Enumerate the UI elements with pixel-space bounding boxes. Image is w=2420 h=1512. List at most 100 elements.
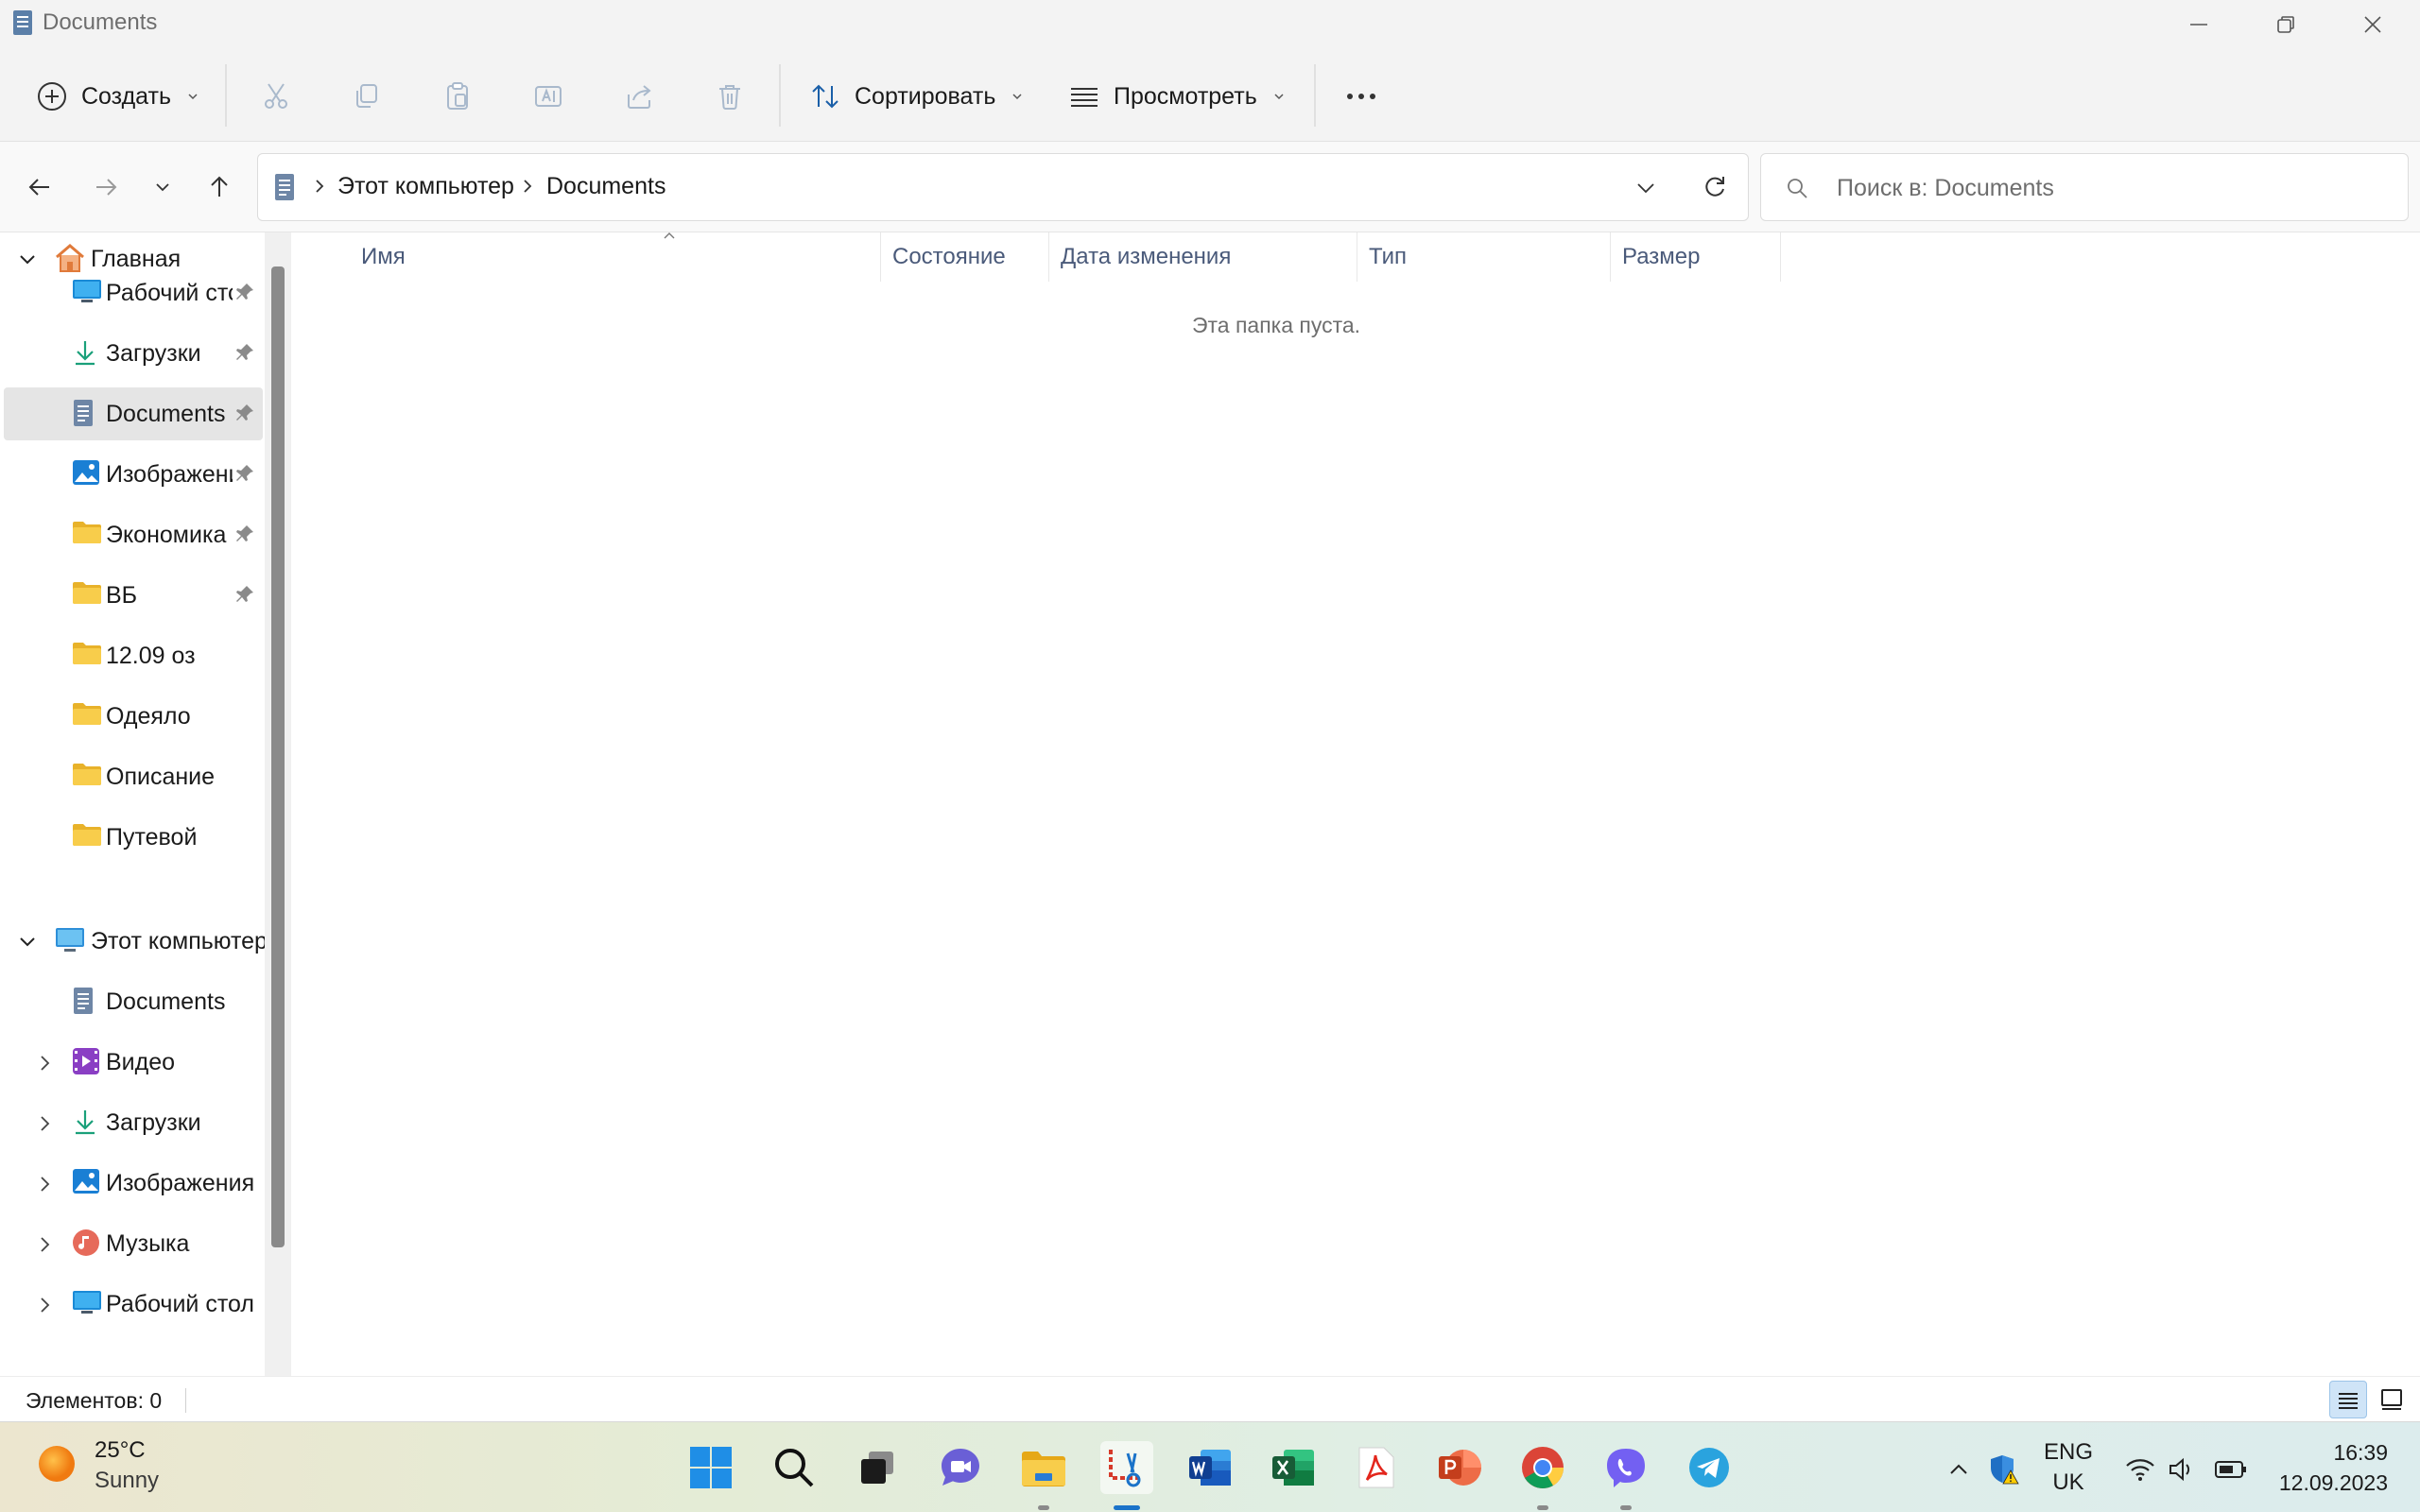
share-icon xyxy=(624,81,654,112)
taskbar-file-explorer[interactable] xyxy=(1017,1441,1070,1494)
column-header-type[interactable]: Тип xyxy=(1357,232,1611,282)
window-title: Documents xyxy=(43,9,158,35)
minimize-button[interactable] xyxy=(2155,0,2242,49)
sidebar-item[interactable]: Экономика xyxy=(0,508,265,561)
show-hidden-icons-button[interactable] xyxy=(1942,1452,1976,1486)
address-bar[interactable]: Этот компьютер Documents xyxy=(257,153,1749,221)
weather-temperature: 25°C xyxy=(95,1437,146,1463)
pin-icon[interactable] xyxy=(234,463,255,484)
pin-icon[interactable] xyxy=(234,584,255,605)
sidebar-item-label: Загрузки xyxy=(106,339,201,367)
sidebar-item[interactable]: Видео xyxy=(0,1036,265,1089)
share-button[interactable] xyxy=(620,77,658,115)
details-view-button[interactable] xyxy=(2329,1381,2367,1418)
recent-locations-button[interactable] xyxy=(144,168,182,206)
breadcrumb-this-pc[interactable]: Этот компьютер xyxy=(337,173,514,200)
sort-button[interactable]: Сортировать xyxy=(809,72,1024,121)
acrobat-icon xyxy=(1356,1446,1397,1489)
volume-button[interactable] xyxy=(2165,1452,2199,1486)
expand-chevron-right-icon[interactable] xyxy=(34,1053,55,1074)
pin-icon[interactable] xyxy=(234,403,255,423)
column-header-type-label: Тип xyxy=(1369,244,1408,269)
file-explorer-icon xyxy=(1020,1447,1067,1488)
network-button[interactable] xyxy=(2123,1452,2157,1486)
sidebar-item[interactable]: Рабочий стс xyxy=(0,266,265,319)
clock[interactable]: 16:39 12.09.2023 xyxy=(2276,1437,2388,1498)
breadcrumb-documents[interactable]: Documents xyxy=(546,173,666,200)
sidebar-item[interactable]: Загрузки xyxy=(0,327,265,380)
forward-button[interactable] xyxy=(87,168,125,206)
security-tray-button[interactable] xyxy=(1987,1452,2021,1486)
documents-icon xyxy=(273,173,296,201)
up-button[interactable] xyxy=(200,168,238,206)
taskbar-search-button[interactable] xyxy=(768,1441,821,1494)
sidebar-item[interactable]: Изображени xyxy=(0,448,265,501)
new-button[interactable]: Создать xyxy=(36,72,199,121)
copy-button[interactable] xyxy=(348,77,386,115)
sidebar-item-this-pc[interactable]: Этот компьютер xyxy=(0,915,265,968)
sidebar-item[interactable]: Одеяло xyxy=(0,690,265,743)
large-icons-view-button[interactable] xyxy=(2373,1381,2411,1418)
search-input[interactable]: Поиск в: Documents xyxy=(1760,153,2409,221)
pictures-icon xyxy=(72,459,100,486)
expand-chevron-right-icon[interactable] xyxy=(34,1113,55,1134)
taskbar-excel[interactable] xyxy=(1267,1441,1320,1494)
cut-button[interactable] xyxy=(257,77,295,115)
column-header-date-modified[interactable]: Дата изменения xyxy=(1049,232,1357,282)
language-indicator[interactable]: ENG UK xyxy=(2044,1437,2093,1498)
expand-chevron-right-icon[interactable] xyxy=(34,1295,55,1315)
sidebar-item[interactable]: Documents xyxy=(4,387,263,440)
chevron-down-icon xyxy=(153,178,172,197)
sidebar-item[interactable]: Изображения xyxy=(0,1157,265,1210)
delete-button[interactable] xyxy=(711,77,749,115)
restore-button[interactable] xyxy=(2242,0,2329,49)
taskbar-viber[interactable] xyxy=(1599,1441,1652,1494)
sidebar-item[interactable]: ВБ xyxy=(0,569,265,622)
arrow-up-icon xyxy=(206,174,233,200)
sidebar-item[interactable]: Загрузки xyxy=(0,1096,265,1149)
close-button[interactable] xyxy=(2329,0,2416,49)
expand-chevron-down-icon[interactable] xyxy=(17,932,38,953)
file-list-pane[interactable]: Имя Состояние Дата изменения Тип Размер … xyxy=(293,232,2420,1376)
toolbar-divider xyxy=(779,64,781,127)
battery-button[interactable] xyxy=(2214,1452,2248,1486)
column-header-size[interactable]: Размер xyxy=(1611,232,1781,282)
taskbar-snipping-tool[interactable] xyxy=(1100,1441,1153,1494)
taskbar-word[interactable] xyxy=(1184,1441,1236,1494)
taskbar-powerpoint[interactable] xyxy=(1433,1441,1486,1494)
sidebar-item[interactable]: Описание xyxy=(0,750,265,803)
pin-icon[interactable] xyxy=(234,282,255,302)
paste-button[interactable] xyxy=(439,77,476,115)
taskbar-telegram[interactable] xyxy=(1683,1441,1736,1494)
wifi-icon xyxy=(2125,1456,2155,1483)
address-history-chevron-icon[interactable] xyxy=(1634,177,1657,199)
back-button[interactable] xyxy=(21,168,59,206)
sidebar-item[interactable]: Documents xyxy=(0,975,265,1028)
item-count: Элементов: 0 xyxy=(26,1388,163,1413)
download-icon xyxy=(72,338,98,367)
video-icon xyxy=(72,1047,100,1075)
taskbar-acrobat[interactable] xyxy=(1350,1441,1403,1494)
column-header-status[interactable]: Состояние xyxy=(881,232,1049,282)
pin-icon[interactable] xyxy=(234,342,255,363)
column-header-name[interactable]: Имя xyxy=(350,232,881,282)
running-indicator xyxy=(1620,1505,1632,1510)
delete-icon xyxy=(715,81,745,112)
weather-widget[interactable] xyxy=(36,1443,78,1485)
sidebar-item[interactable]: Рабочий стол xyxy=(0,1278,265,1331)
task-view-button[interactable] xyxy=(851,1441,904,1494)
taskbar-chrome[interactable] xyxy=(1516,1441,1569,1494)
rename-button[interactable] xyxy=(529,77,567,115)
expand-chevron-right-icon[interactable] xyxy=(34,1234,55,1255)
sidebar-item[interactable]: Путевой xyxy=(0,811,265,864)
sidebar-item[interactable]: 12.09 оз xyxy=(0,629,265,682)
chat-button[interactable] xyxy=(934,1441,987,1494)
refresh-button[interactable] xyxy=(1696,168,1734,206)
start-button[interactable] xyxy=(684,1441,737,1494)
sidebar-item[interactable]: Музыка xyxy=(0,1217,265,1270)
pin-icon[interactable] xyxy=(234,524,255,544)
expand-chevron-right-icon[interactable] xyxy=(34,1174,55,1194)
sidebar-scrollbar-thumb[interactable] xyxy=(271,266,285,1247)
view-button[interactable]: Просмотреть xyxy=(1068,72,1286,121)
more-button[interactable] xyxy=(1342,77,1380,115)
